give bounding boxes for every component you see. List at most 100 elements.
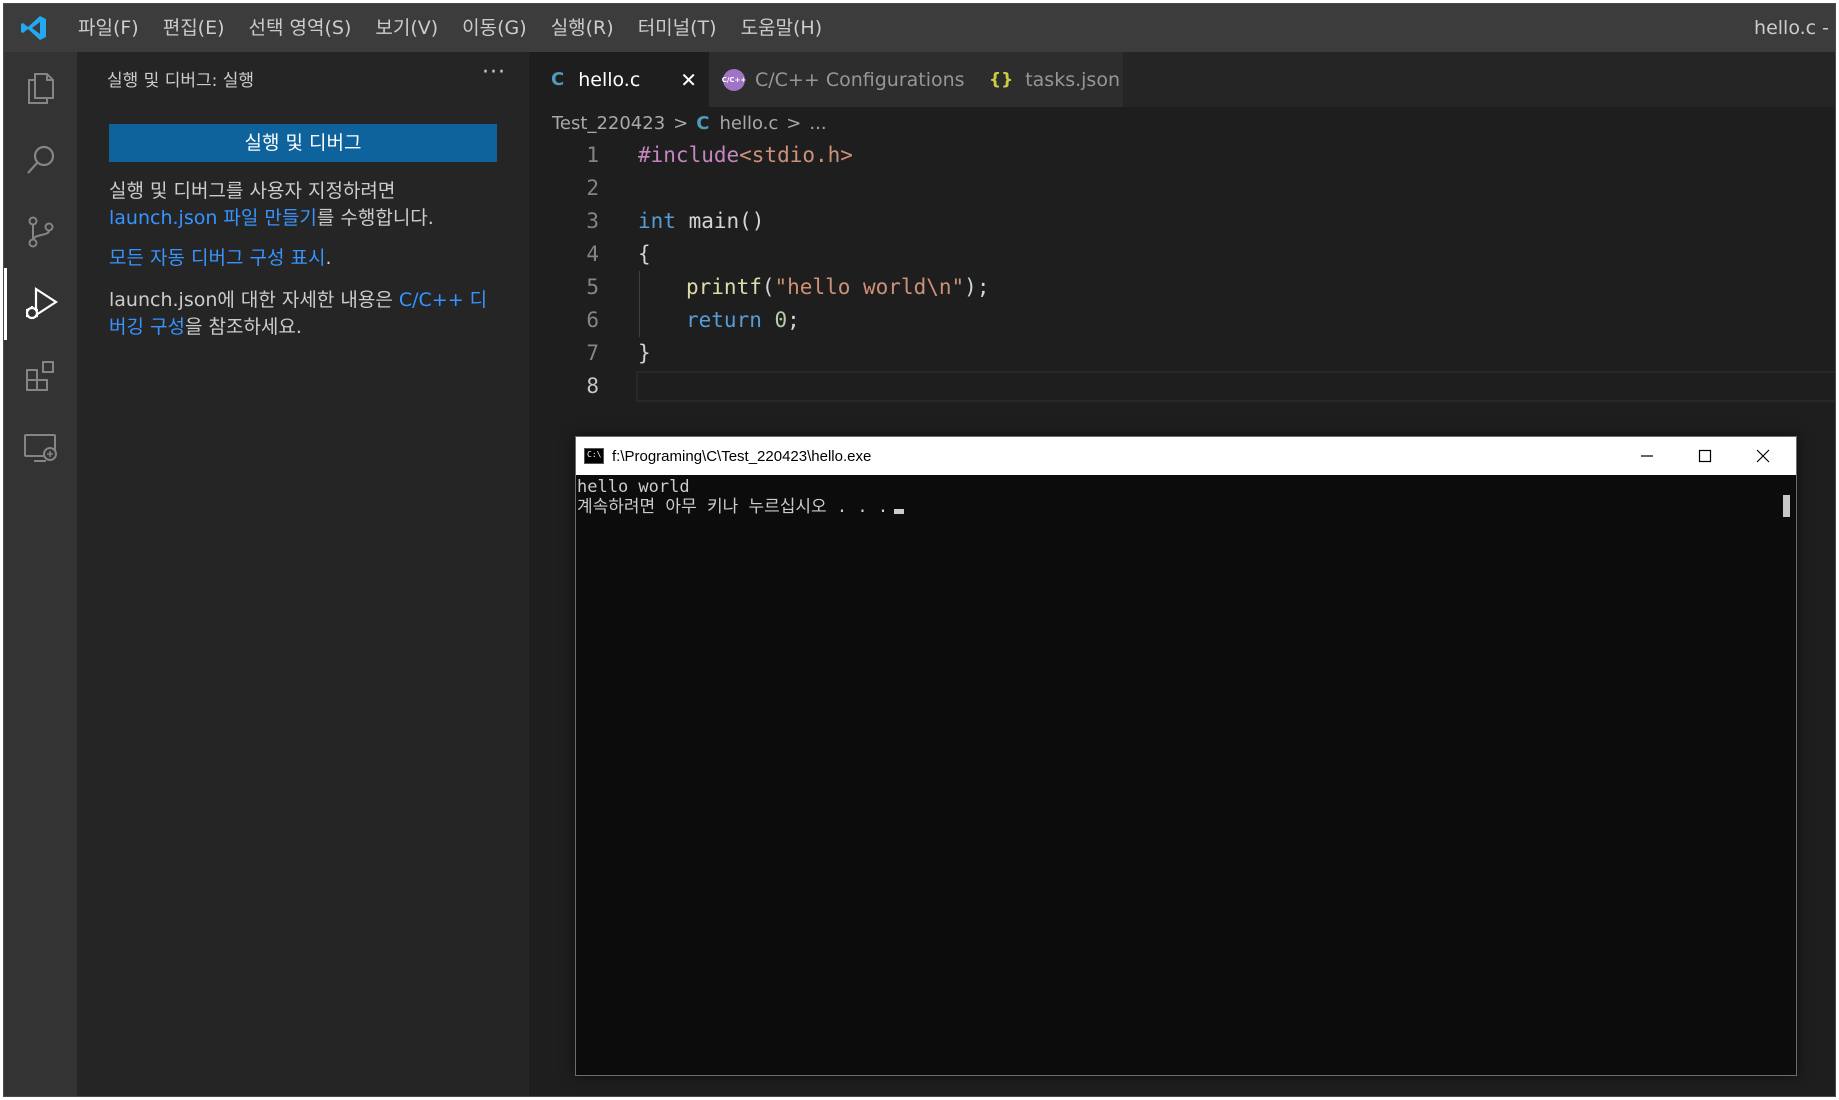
line-number: 7 [586, 341, 599, 365]
run-debug-sidebar: 실행 및 디버그: 실행 ··· 실행 및 디버그 실행 및 디버그를 사용자 … [77, 52, 529, 1096]
run-and-debug-icon[interactable] [4, 268, 77, 340]
window-title: hello.c - [1754, 17, 1829, 39]
show-auto-debug-configs-link[interactable]: 모든 자동 디버그 구성 표시 [109, 247, 325, 269]
menu-file[interactable]: 파일(F) [66, 4, 151, 52]
create-launch-json-link[interactable]: launch.json 파일 만들기 [109, 207, 317, 229]
activity-bar [4, 52, 77, 1096]
tab-hello-c[interactable]: C hello.c ✕ [529, 52, 709, 107]
code-token: int [638, 209, 676, 233]
code-line: 7 } [529, 337, 1835, 370]
menu-help[interactable]: 도움말(H) [729, 4, 835, 52]
code-text: return 0; [686, 304, 800, 337]
console-line: hello world [577, 477, 690, 497]
c-file-icon: C [551, 69, 565, 90]
maximize-icon[interactable] [1676, 437, 1734, 475]
cpp-config-icon-label: C/C++ [721, 75, 747, 84]
sidebar-paragraph-launch: 실행 및 디버그를 사용자 지정하려면 launch.json 파일 만들기를 … [109, 178, 504, 232]
menu-bar: 파일(F) 편집(E) 선택 영역(S) 보기(V) 이동(G) 실행(R) 터… [66, 4, 834, 52]
console-window[interactable]: C:\ f:\Programing\C\Test_220423\hello.ex… [575, 436, 1797, 1076]
sidebar-paragraph-docs: launch.json에 대한 자세한 내용은 C/C++ 디버깅 구성을 참조… [109, 287, 504, 341]
tab-tasks-json[interactable]: {} tasks.json [971, 52, 1124, 107]
close-tab-icon[interactable]: ✕ [680, 68, 697, 92]
breadcrumb-folder[interactable]: Test_220423 [552, 113, 665, 134]
code-token: <stdio.h> [739, 143, 853, 167]
code-token: ; [787, 308, 800, 332]
c-file-icon: C [696, 112, 710, 134]
sidebar-para3-text: launch.json에 대한 자세한 내용은 [109, 289, 399, 311]
cpp-config-icon: C/C++ [721, 68, 747, 91]
sidebar-para1-text: 실행 및 디버그를 사용자 지정하려면 [109, 180, 396, 202]
code-line: 3 int main() [529, 205, 1835, 238]
code-token: ( [761, 275, 775, 299]
editor-tab-bar: C hello.c ✕ C/C++ C/C++ Configurations {… [529, 52, 1835, 107]
code-token: main() [675, 209, 765, 233]
run-and-debug-button[interactable]: 실행 및 디버그 [109, 124, 497, 162]
console-scrollbar[interactable] [1778, 475, 1796, 1075]
search-icon[interactable] [4, 124, 77, 196]
code-text: printf("hello world\n"); [686, 271, 989, 304]
sidebar-title: 실행 및 디버그: 실행 [107, 71, 255, 91]
line-number: 4 [586, 242, 599, 266]
console-line: 계속하려면 아무 키나 누르십시오 . . . [577, 497, 1778, 517]
code-text: } [638, 341, 651, 365]
menu-selection[interactable]: 선택 영역(S) [237, 4, 364, 52]
code-token: ); [964, 275, 990, 299]
line-number: 5 [586, 275, 599, 299]
line-number: 1 [586, 143, 599, 167]
explorer-icon[interactable] [4, 52, 77, 124]
line-number: 8 [586, 374, 599, 398]
vscode-window: 파일(F) 편집(E) 선택 영역(S) 보기(V) 이동(G) 실행(R) 터… [3, 3, 1836, 1097]
menu-terminal[interactable]: 터미널(T) [626, 4, 729, 52]
code-token: printf [686, 275, 762, 299]
chevron-right-icon: > [673, 112, 689, 134]
menu-view[interactable]: 보기(V) [363, 4, 450, 52]
scrollbar-thumb[interactable] [1783, 495, 1790, 517]
tab-label: tasks.json [1025, 68, 1120, 91]
sidebar-para2-tail: . [325, 247, 332, 269]
code-token: #include [638, 143, 740, 167]
sidebar-para1-tail: 를 수행합니다. [316, 207, 434, 229]
close-icon[interactable] [1734, 437, 1792, 475]
code-line: 5 printf("hello world\n"); [529, 271, 1835, 304]
remote-explorer-icon[interactable] [4, 412, 77, 484]
code-editor[interactable]: 1 #include<stdio.h> 2 3 int main() 4 { 5… [529, 139, 1835, 419]
sidebar-paragraph-auto: 모든 자동 디버그 구성 표시. [109, 245, 504, 272]
code-token: return [686, 308, 762, 332]
line-number: 2 [586, 176, 599, 200]
tab-label: C/C++ Configurations [755, 68, 965, 91]
code-text: #include<stdio.h> [638, 139, 853, 172]
extensions-icon[interactable] [4, 340, 77, 412]
code-line: 4 { [529, 238, 1835, 271]
code-token: 0 [774, 308, 788, 332]
vscode-logo-icon [10, 4, 58, 52]
menu-edit[interactable]: 편집(E) [151, 4, 237, 52]
code-line: 2 [529, 172, 1835, 205]
console-output: hello world 계속하려면 아무 키나 누르십시오 . . . [576, 475, 1778, 1075]
console-title-bar[interactable]: C:\ f:\Programing\C\Test_220423\hello.ex… [576, 437, 1796, 475]
code-line: 8 [529, 370, 1835, 403]
code-text: int main() [638, 205, 764, 238]
minimize-icon[interactable] [1618, 437, 1676, 475]
menu-go[interactable]: 이동(G) [450, 4, 539, 52]
code-line: 6 return 0; [529, 304, 1835, 337]
breadcrumb: Test_220423 > C hello.c > ... [552, 107, 827, 139]
code-text: { [638, 242, 651, 266]
line-number: 3 [586, 209, 599, 233]
more-actions-icon[interactable]: ··· [482, 60, 506, 85]
code-token: "hello world\n" [774, 275, 965, 299]
tab-label: hello.c [578, 68, 641, 91]
breadcrumb-file[interactable]: hello.c [719, 113, 778, 134]
chevron-right-icon: > [786, 112, 802, 134]
text-cursor [894, 509, 905, 514]
title-bar: 파일(F) 편집(E) 선택 영역(S) 보기(V) 이동(G) 실행(R) 터… [4, 4, 1835, 52]
source-control-icon[interactable] [4, 196, 77, 268]
breadcrumb-symbols[interactable]: ... [809, 113, 826, 134]
code-line: 1 #include<stdio.h> [529, 139, 1835, 172]
line-number: 6 [586, 308, 599, 332]
console-title: f:\Programing\C\Test_220423\hello.exe [612, 447, 872, 465]
menu-run[interactable]: 실행(R) [539, 4, 626, 52]
json-file-icon: {} [989, 69, 1014, 90]
console-prompt-text: 계속하려면 아무 키나 누르십시오 . . . [577, 497, 889, 517]
tab-cpp-configurations[interactable]: C/C++ C/C++ Configurations [709, 52, 972, 107]
sidebar-para3-tail: 을 참조하세요. [184, 316, 302, 338]
